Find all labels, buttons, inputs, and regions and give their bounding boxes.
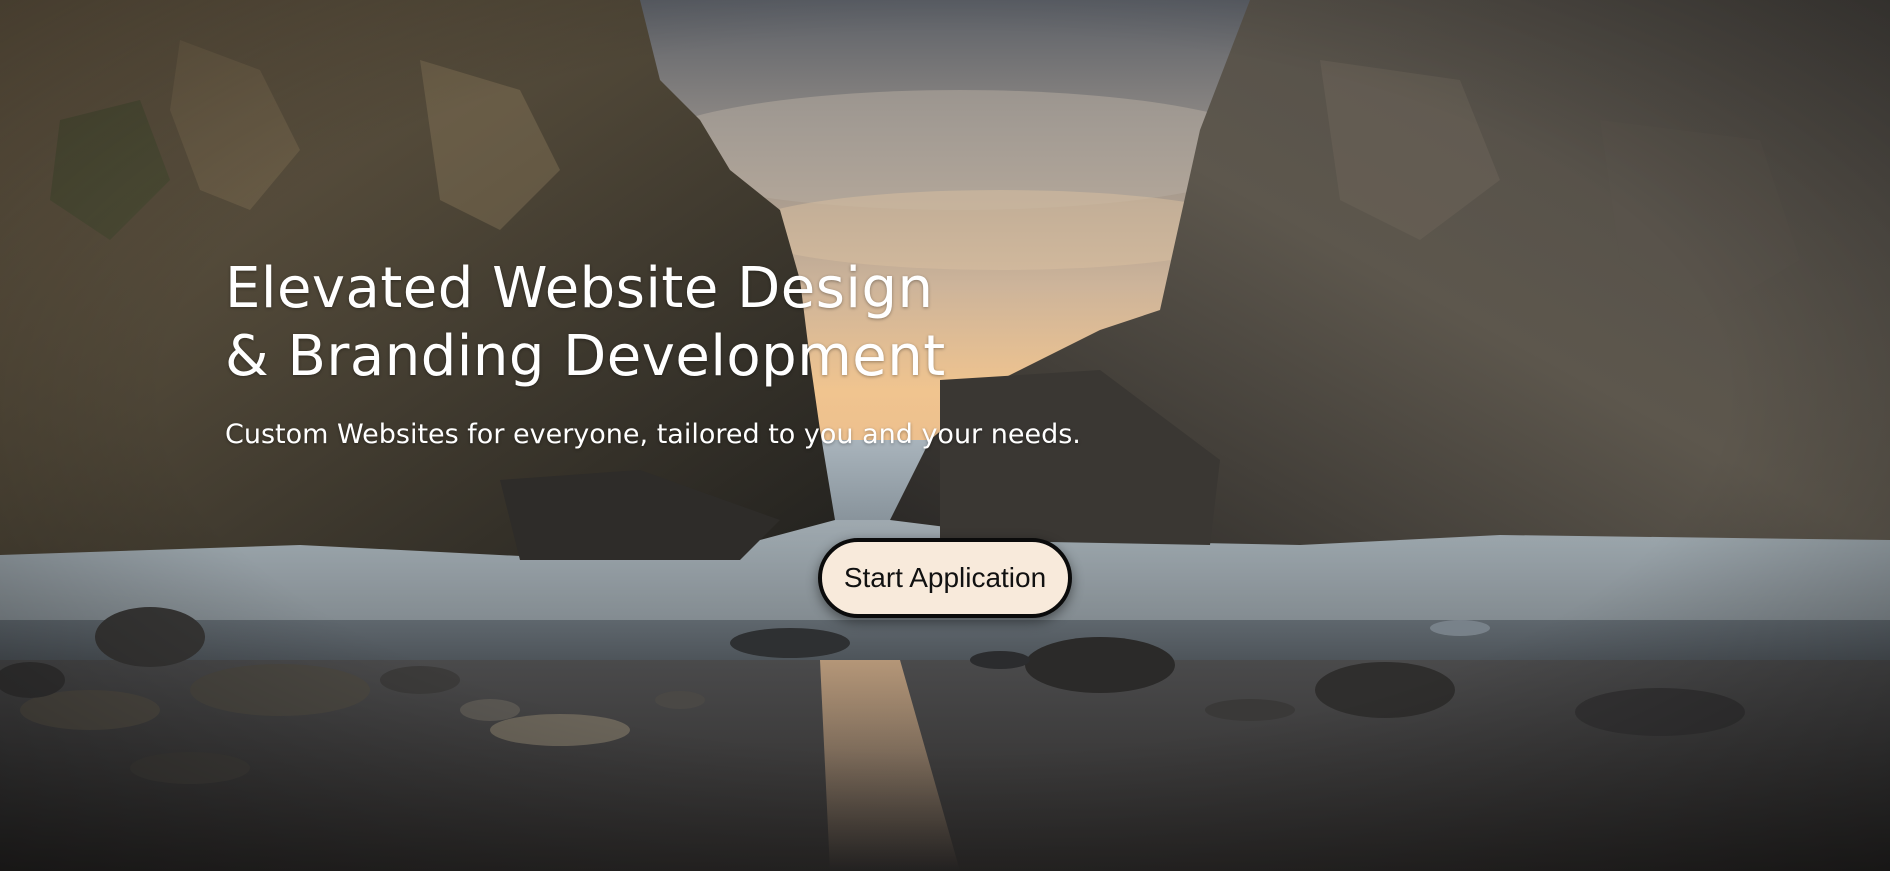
headline-line-1: Elevated Website Design [225, 256, 934, 321]
hero-content: Elevated Website Design & Branding Devel… [225, 255, 1225, 453]
hero-section: Elevated Website Design & Branding Devel… [0, 0, 1890, 871]
headline-line-2: & Branding Development [225, 324, 946, 389]
hero-headline: Elevated Website Design & Branding Devel… [225, 255, 1225, 391]
start-application-button[interactable]: Start Application [818, 538, 1072, 618]
hero-subtitle: Custom Websites for everyone, tailored t… [225, 419, 1081, 450]
